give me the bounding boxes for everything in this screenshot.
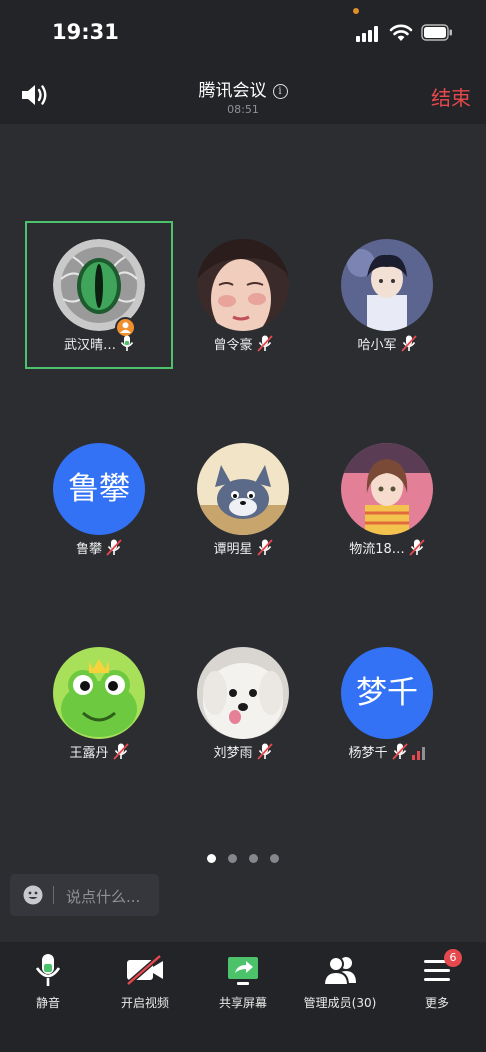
- avatar: [53, 647, 145, 739]
- avatar: [197, 443, 289, 535]
- battery-icon: [421, 24, 452, 41]
- participant-name: 王露丹: [69, 746, 109, 761]
- share-screen-button[interactable]: 共享屏幕: [198, 952, 288, 1011]
- info-icon[interactable]: i: [272, 84, 288, 99]
- participant-name: 曾令豪: [213, 338, 253, 353]
- participant-name: 哈小军: [357, 338, 397, 353]
- share-screen-label: 共享屏幕: [218, 996, 267, 1010]
- avatar: [197, 239, 289, 331]
- participant-name: 物流18…: [349, 542, 405, 557]
- network-signal-icon: [411, 747, 425, 760]
- start-video-button[interactable]: 开启视频: [100, 952, 190, 1011]
- participant-tile[interactable]: 谭明星: [169, 425, 317, 573]
- start-video-label: 开启视频: [120, 996, 169, 1010]
- participant-tile[interactable]: 王露丹: [25, 629, 173, 777]
- microphone-muted-icon: [256, 539, 273, 556]
- avatar: [341, 443, 433, 535]
- chat-input[interactable]: 说点什么...: [10, 874, 159, 916]
- participant-tile[interactable]: 武汉晴…: [25, 221, 173, 369]
- microphone-muted-icon: [112, 743, 129, 760]
- status-time: 19:31: [52, 20, 119, 44]
- participant-tile[interactable]: 刘梦雨: [169, 629, 317, 777]
- mute-label: 静音: [35, 996, 60, 1010]
- participant-name: 杨梦千: [348, 746, 388, 761]
- recording-dot-icon: [353, 8, 359, 14]
- meeting-title-text: 腾讯会议: [198, 81, 267, 101]
- meeting-duration: 08:51: [227, 103, 259, 116]
- participant-name-bar: 物流18…: [313, 538, 461, 558]
- members-icon: [322, 956, 356, 986]
- participant-tile[interactable]: 鲁攀 鲁攀: [25, 425, 173, 573]
- participant-name-bar: 曾令豪: [169, 334, 317, 354]
- more-label: 更多: [424, 996, 449, 1010]
- participant-name: 刘梦雨: [213, 746, 253, 761]
- participant-name-bar: 武汉晴…: [25, 334, 173, 354]
- page-dot[interactable]: [228, 854, 237, 863]
- microphone-muted-icon: [106, 539, 122, 556]
- more-button[interactable]: 6 更多: [392, 949, 482, 1011]
- participant-tile[interactable]: 物流18…: [313, 425, 461, 573]
- microphone-on-icon: [120, 335, 134, 351]
- microphone-muted-icon: [400, 335, 417, 352]
- participant-name-bar: 杨梦千: [313, 742, 461, 762]
- share-screen-icon: [228, 957, 258, 985]
- participant-name-bar: 谭明星: [169, 538, 317, 558]
- microphone-muted-icon: [409, 539, 425, 556]
- mute-button[interactable]: 静音: [3, 952, 93, 1011]
- meeting-title[interactable]: 腾讯会议 i: [0, 76, 486, 101]
- page-dot[interactable]: [207, 854, 216, 863]
- participant-name: 鲁攀: [75, 542, 102, 557]
- video-camera-off-icon: [126, 954, 163, 986]
- microphone-icon: [35, 954, 61, 986]
- participant-name: 谭明星: [213, 542, 253, 557]
- microphone-muted-icon: [391, 743, 408, 760]
- participant-name-bar: 哈小军: [313, 334, 461, 354]
- emoji-icon[interactable]: [23, 885, 43, 905]
- avatar: 鲁攀: [53, 443, 145, 535]
- participant-tile[interactable]: 曾令豪: [169, 221, 317, 369]
- participant-name-bar: 鲁攀: [25, 538, 173, 558]
- wifi-icon: [389, 24, 413, 41]
- chat-placeholder: 说点什么...: [66, 888, 141, 906]
- avatar: [197, 647, 289, 739]
- avatar: 梦千: [341, 647, 433, 739]
- avatar: [53, 239, 145, 331]
- divider: [53, 886, 54, 904]
- page-dot[interactable]: [249, 854, 258, 863]
- participant-name-bar: 刘梦雨: [169, 742, 317, 762]
- notification-badge: 6: [444, 949, 462, 967]
- manage-members-button[interactable]: 管理成员(30): [295, 952, 385, 1011]
- avatar: [341, 239, 433, 331]
- manage-members-label: 管理成员(30): [303, 996, 377, 1010]
- microphone-muted-icon: [256, 335, 273, 352]
- participant-tile[interactable]: 梦千 杨梦千: [313, 629, 461, 777]
- participant-name-bar: 王露丹: [25, 742, 173, 762]
- microphone-muted-icon: [256, 743, 273, 760]
- participant-tile[interactable]: 哈小军: [313, 221, 461, 369]
- participant-name: 武汉晴…: [63, 338, 116, 353]
- page-indicator[interactable]: [0, 848, 486, 867]
- cellular-signal-icon: [356, 26, 378, 42]
- end-meeting-button[interactable]: 结束: [431, 82, 471, 111]
- page-dot[interactable]: [270, 854, 279, 863]
